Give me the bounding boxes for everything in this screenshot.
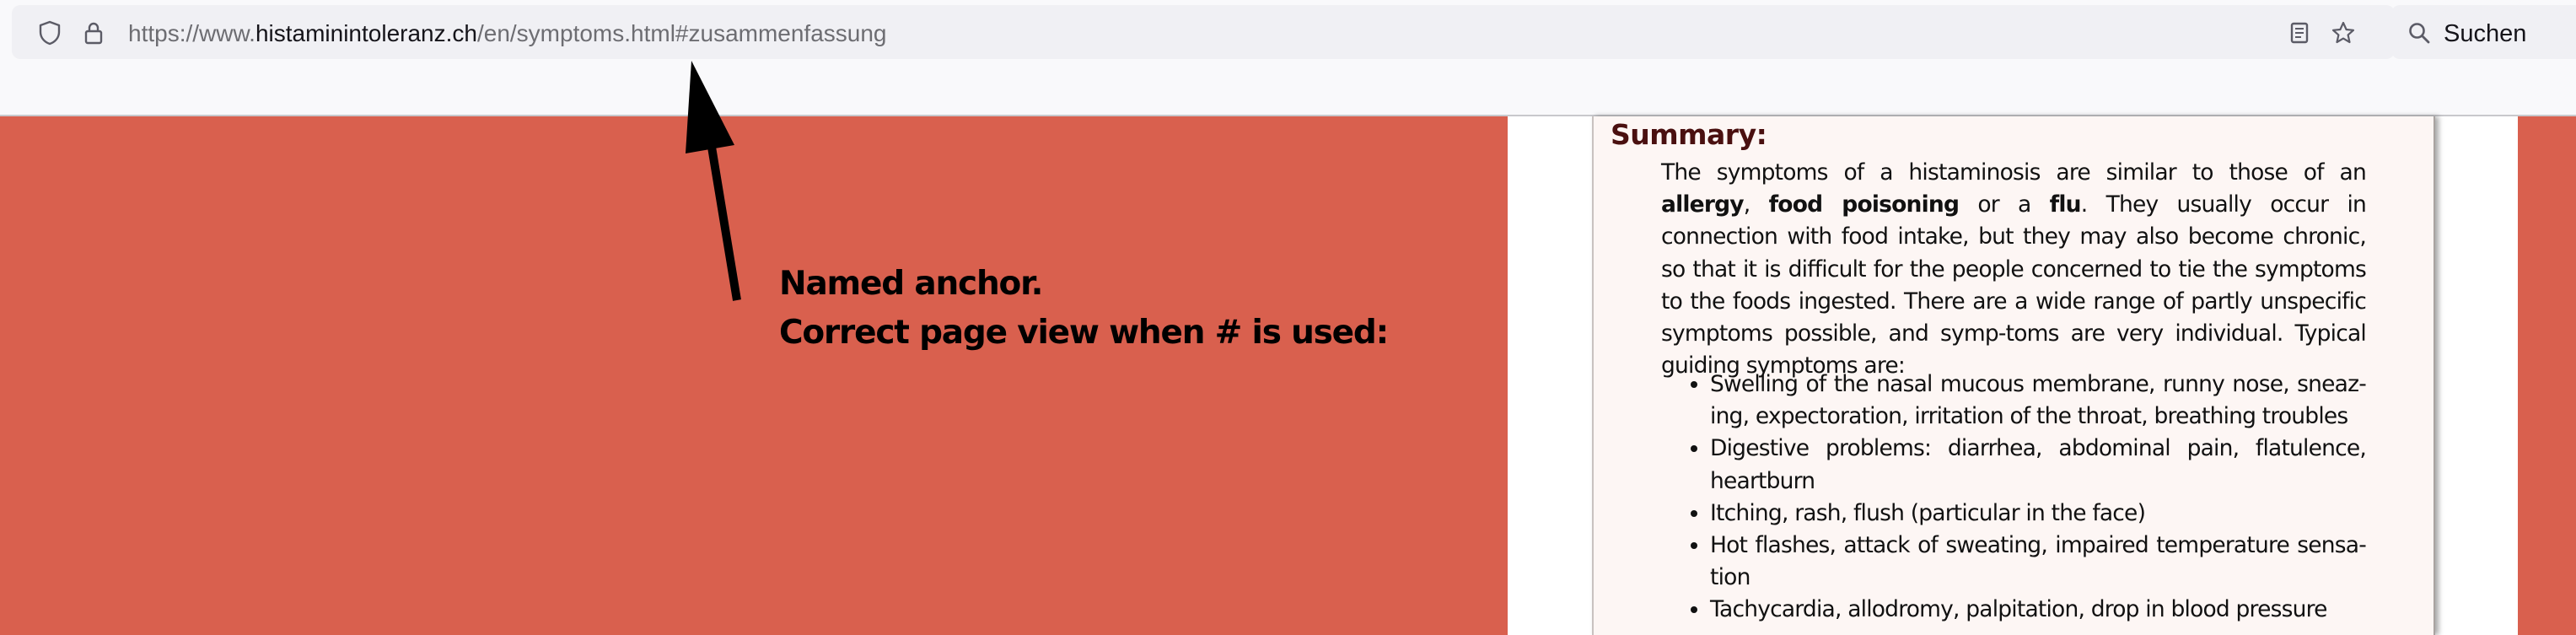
- search-label: Suchen: [2444, 20, 2527, 47]
- page-background-right: [2518, 116, 2576, 635]
- intro-text: ,: [1743, 191, 1769, 218]
- search-icon: [2407, 20, 2432, 46]
- intro-bold-flu: flu: [2049, 191, 2082, 218]
- url-host: histaminintoleranz.ch: [255, 20, 477, 46]
- list-item: Digestive problems: diarrhea, abdominal …: [1710, 433, 2367, 497]
- browser-toolbar: https://www.histaminintoleranz.ch/en/sym…: [0, 0, 2576, 116]
- url-prefix: https://www.: [128, 20, 255, 46]
- intro-paragraph: The symptoms of a histaminosis are simil…: [1661, 157, 2367, 382]
- summary-heading: Summary:: [1611, 118, 1767, 151]
- shield-icon[interactable]: [37, 20, 62, 46]
- list-item: Swelling of the nasal mucous membrane, r…: [1710, 369, 2367, 433]
- lock-icon[interactable]: [81, 20, 106, 46]
- annotation-line-2: Correct page view when # is used:: [779, 314, 1389, 352]
- list-item: Tachycardia, allodromy, palpitation, dro…: [1710, 594, 2366, 626]
- symptom-list: Swelling of the nasal mucous membrane, r…: [1678, 369, 2367, 627]
- annotation-text: Named anchor. Correct page view when # i…: [779, 260, 1389, 358]
- annotation-line-1: Named anchor.: [779, 265, 1043, 303]
- intro-text: or a: [1959, 191, 2050, 218]
- search-box[interactable]: Suchen: [2391, 5, 2576, 59]
- list-item: Itching, rash, flush (particular in the …: [1710, 498, 2366, 530]
- url-path: /en/symptoms.html#zusammenfassung: [476, 20, 887, 46]
- page-background-left: [0, 116, 1508, 635]
- list-item: Hot flashes, attack of sweating, impaire…: [1710, 530, 2367, 594]
- intro-text: The symptoms of a histaminosis are simil…: [1661, 159, 2367, 186]
- url-text[interactable]: https://www.histaminintoleranz.ch/en/sym…: [128, 17, 887, 51]
- intro-bold-food-poisoning: food poisoning: [1768, 191, 1960, 218]
- bookmark-star-icon[interactable]: [2331, 20, 2356, 46]
- intro-bold-allergy: allergy: [1661, 191, 1745, 218]
- reader-view-icon[interactable]: [2287, 20, 2312, 46]
- intro-text: . They usually occur in connection with …: [1661, 191, 2367, 379]
- address-bar[interactable]: https://www.histaminintoleranz.ch/en/sym…: [12, 5, 2395, 59]
